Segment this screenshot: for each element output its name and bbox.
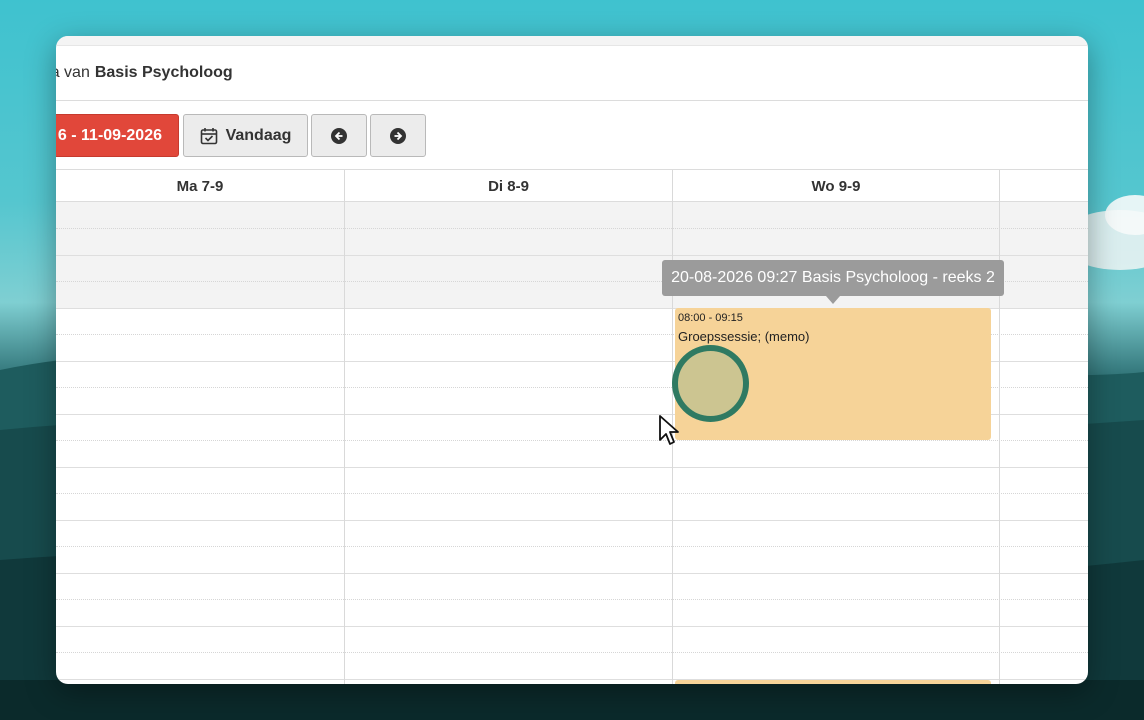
today-label: Vandaag — [225, 126, 292, 144]
event-time: 08:00 - 09:15 — [678, 312, 743, 324]
hour-line — [56, 520, 1088, 521]
header-prefix: enda van — [56, 64, 90, 81]
event-tooltip: 20-08-2026 09:27 Basis Psycholoog - reek… — [662, 260, 1004, 296]
day-header-wednesday[interactable]: Wo 9-9 — [673, 170, 999, 202]
mouse-pointer-icon — [659, 415, 679, 445]
hour-line — [56, 467, 1088, 468]
half-hour-line — [56, 599, 1088, 600]
calendar-event-next[interactable] — [675, 680, 991, 684]
calendar-check-icon — [200, 127, 217, 144]
day-header-thursday[interactable] — [1000, 170, 1088, 202]
hour-line — [56, 255, 1088, 256]
date-range-button[interactable]: 6 - 11-09-2026 — [56, 114, 179, 157]
arrow-right-circle-icon — [390, 127, 406, 144]
half-hour-line — [56, 493, 1088, 494]
half-hour-line — [56, 546, 1088, 547]
day-column-divider — [344, 170, 345, 684]
half-hour-line — [56, 228, 1088, 229]
click-indicator — [672, 345, 749, 422]
hour-line — [56, 573, 1088, 574]
day-header-tuesday[interactable]: Di 8-9 — [345, 170, 672, 202]
toolbar: 6 - 11-09-2026 Vandaag — [56, 101, 1088, 170]
day-header-row: Ma 7-9 Di 8-9 Wo 9-9 — [56, 170, 1088, 202]
hour-line — [56, 626, 1088, 627]
half-hour-line — [56, 440, 1088, 441]
day-column-divider — [999, 170, 1000, 684]
window-top-strip — [56, 36, 1088, 46]
today-button[interactable]: Vandaag — [183, 114, 308, 157]
date-range-label: 6 - 11-09-2026 — [57, 126, 162, 144]
half-hour-line — [56, 652, 1088, 653]
tooltip-arrow — [826, 296, 840, 304]
agenda-window: enda van Basis Psycholoog 6 - 11-09-2026… — [56, 36, 1088, 684]
event-title: Groepssessie; (memo) — [678, 329, 810, 344]
previous-week-button[interactable] — [311, 114, 367, 157]
agenda-header: enda van Basis Psycholoog — [56, 46, 1088, 101]
header-owner: Basis Psycholoog — [94, 64, 233, 81]
next-week-button[interactable] — [370, 114, 426, 157]
arrow-left-circle-icon — [331, 127, 347, 144]
day-header-monday[interactable]: Ma 7-9 — [56, 170, 344, 202]
